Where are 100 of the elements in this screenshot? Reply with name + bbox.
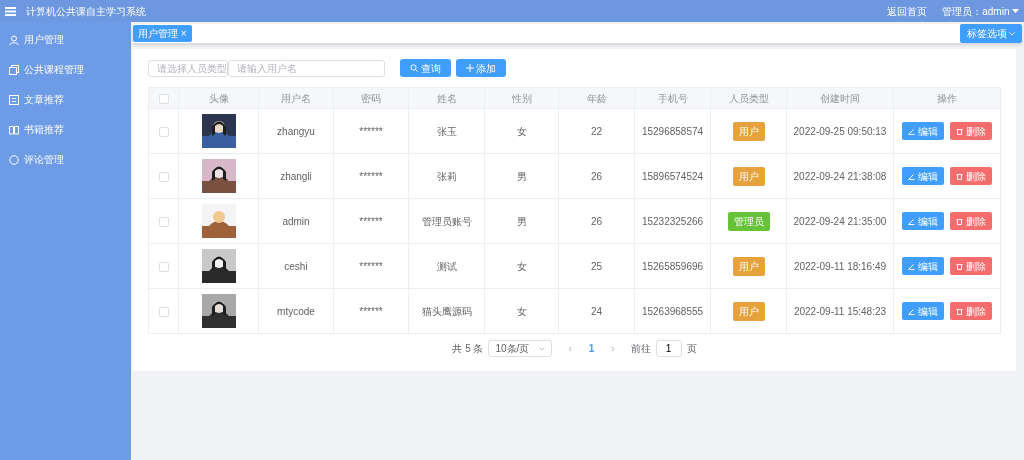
- copy-icon: [9, 64, 19, 75]
- add-button[interactable]: 添加: [455, 59, 506, 77]
- username: mtycode: [277, 305, 315, 317]
- password: ******: [359, 170, 383, 182]
- column-header: 密码: [361, 92, 381, 104]
- delete-button[interactable]: 删除: [950, 212, 992, 230]
- search-icon: [410, 64, 418, 72]
- checkbox[interactable]: [158, 93, 169, 104]
- next-page-button[interactable]: ›: [605, 340, 621, 357]
- checkbox[interactable]: [158, 261, 169, 272]
- trash-icon: [956, 217, 963, 225]
- column-header: 姓名: [436, 92, 457, 104]
- tab-options-button[interactable]: 标签选项: [959, 24, 1022, 43]
- role-tag: 用户: [732, 166, 765, 186]
- full-name: 管理员账号: [421, 215, 472, 227]
- username: admin: [282, 215, 310, 227]
- type-select[interactable]: 请选择人员类型: [148, 59, 228, 77]
- page-size-select[interactable]: 10条/页: [488, 340, 553, 357]
- gender: 女: [516, 260, 527, 272]
- password: ******: [359, 125, 383, 137]
- document-icon: [9, 94, 19, 105]
- pencil-icon: [908, 217, 915, 225]
- gender: 女: [516, 125, 527, 137]
- user-menu[interactable]: 管理员：admin: [942, 3, 1019, 19]
- sidebar-item[interactable]: 书籍推荐: [0, 114, 131, 145]
- checkbox[interactable]: [158, 216, 169, 227]
- role-tag: 用户: [732, 256, 765, 276]
- app-title: 计算机公共课自主学习系统: [26, 4, 146, 19]
- chat-icon: [9, 154, 19, 165]
- page-field[interactable]: 1: [655, 340, 682, 357]
- phone-number: 15896574524: [641, 170, 704, 182]
- age: 26: [590, 170, 603, 182]
- gender: 男: [516, 215, 527, 227]
- column-header: 年龄: [586, 92, 607, 104]
- role-tag: 用户: [732, 121, 765, 141]
- edit-button[interactable]: 编辑: [902, 167, 944, 185]
- role-tag: 管理员: [727, 211, 770, 231]
- trash-icon: [956, 307, 963, 315]
- previous-page-button[interactable]: ‹: [562, 340, 578, 357]
- edit-button[interactable]: 编辑: [902, 302, 944, 320]
- chevron-icon: [1009, 31, 1015, 36]
- password: ******: [359, 215, 383, 227]
- caret-icon: [1012, 9, 1019, 13]
- created-time: 2022-09-24 21:38:08: [793, 170, 887, 182]
- plus-icon: [465, 64, 474, 72]
- full-name: 张玉: [436, 125, 457, 137]
- username: ceshi: [284, 260, 308, 272]
- full-name: 测试: [436, 260, 457, 272]
- page-suffix: 页: [686, 342, 697, 356]
- age: 24: [590, 305, 603, 317]
- phone-number: 15263968555: [641, 305, 704, 317]
- checkbox[interactable]: [158, 306, 169, 317]
- delete-button[interactable]: 删除: [950, 122, 992, 140]
- page-number[interactable]: 1: [582, 340, 601, 357]
- role-tag: 用户: [732, 301, 765, 321]
- username-field[interactable]: 请输入用户名: [228, 59, 385, 77]
- sidebar-item[interactable]: 公共课程管理: [0, 54, 131, 85]
- created-time: 2022-09-24 21:35:00: [793, 215, 887, 227]
- delete-button[interactable]: 删除: [950, 302, 992, 320]
- pencil-icon: [908, 307, 915, 315]
- trash-icon: [956, 262, 963, 270]
- pencil-icon: [908, 262, 915, 270]
- checkbox[interactable]: [158, 171, 169, 182]
- username: zhangli: [280, 170, 312, 182]
- edit-button[interactable]: 编辑: [902, 257, 944, 275]
- user-icon: [9, 34, 19, 45]
- goto-label: 前往: [630, 342, 651, 356]
- pencil-icon: [908, 172, 915, 180]
- column-header: 性别: [511, 92, 532, 104]
- menu-icon[interactable]: [5, 6, 16, 16]
- book-icon: [9, 124, 19, 135]
- edit-button[interactable]: 编辑: [902, 212, 944, 230]
- total-count: 共 5 条: [452, 342, 484, 356]
- age: 22: [590, 125, 603, 137]
- phone-number: 15232325266: [641, 215, 704, 227]
- created-time: 2022-09-11 15:48:23: [793, 305, 887, 317]
- created-time: 2022-09-25 09:50:13: [793, 125, 887, 137]
- phone-number: 15265859696: [641, 260, 704, 272]
- chevron-icon: [539, 346, 546, 351]
- sidebar-item[interactable]: 文章推荐: [0, 84, 131, 115]
- delete-button[interactable]: 删除: [950, 167, 992, 185]
- sidebar-item[interactable]: 用户管理: [0, 24, 131, 55]
- checkbox[interactable]: [158, 126, 169, 137]
- gender: 女: [516, 305, 527, 317]
- password: ******: [359, 305, 383, 317]
- column-header: 头像: [208, 92, 229, 104]
- tab[interactable]: 用户管理 ×: [133, 25, 192, 42]
- age: 26: [590, 215, 603, 227]
- phone-number: 15296858574: [641, 125, 704, 137]
- sidebar-item[interactable]: 评论管理: [0, 144, 131, 175]
- edit-button[interactable]: 编辑: [902, 122, 944, 140]
- delete-button[interactable]: 删除: [950, 257, 992, 275]
- column-header: 创建时间: [820, 92, 860, 104]
- age: 25: [590, 260, 603, 272]
- column-header: 手机号: [657, 92, 688, 104]
- column-header: 用户名: [281, 92, 311, 104]
- home-link[interactable]: 返回首页: [887, 3, 928, 19]
- trash-icon: [956, 172, 963, 180]
- trash-icon: [956, 127, 963, 135]
- search-button[interactable]: 查询: [400, 59, 451, 77]
